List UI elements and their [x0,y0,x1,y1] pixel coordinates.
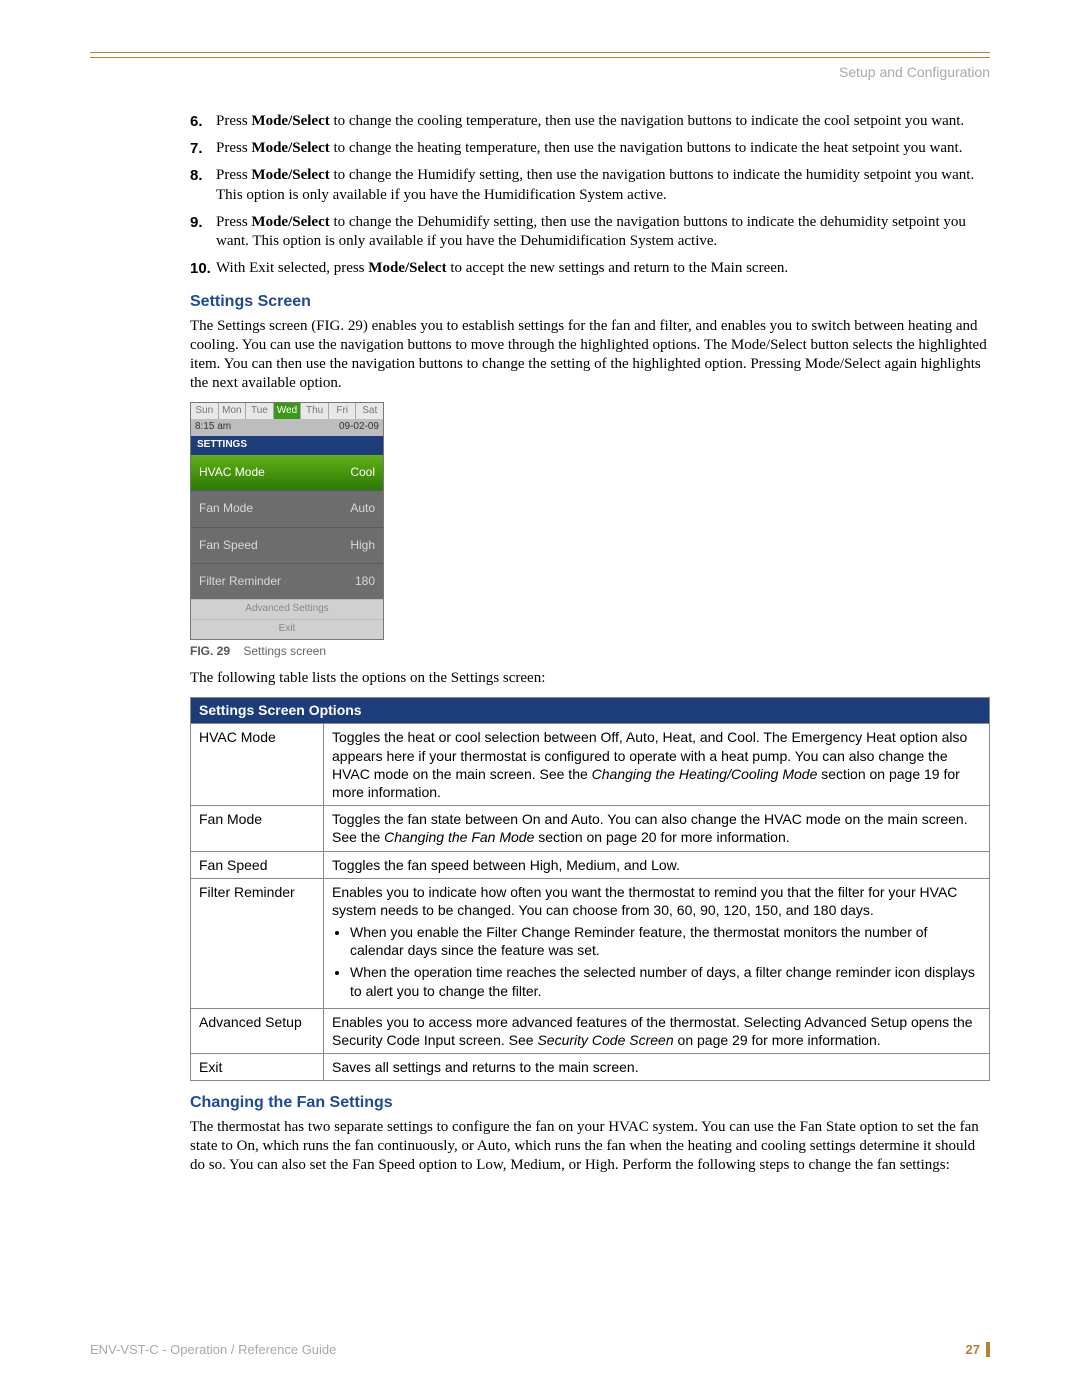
figure-caption-text: Settings screen [243,644,326,658]
device-row-label: Filter Reminder [199,574,281,589]
settings-options-table: Settings Screen Options HVAC ModeToggles… [190,697,990,1082]
main-content: 6.Press Mode/Select to change the coolin… [190,112,990,1175]
settings-heading: Settings Screen [190,292,990,312]
table-header: Settings Screen Options [191,697,990,724]
table-row: ExitSaves all settings and returns to th… [191,1054,990,1081]
header-section: Setup and Configuration [90,64,990,80]
table-row: Advanced SetupEnables you to access more… [191,1008,990,1053]
table-row: HVAC ModeToggles the heat or cool select… [191,724,990,806]
pre-table-text: The following table lists the options on… [190,669,990,688]
device-day: Thu [301,403,329,420]
step-item: 10.With Exit selected, press Mode/Select… [190,259,990,278]
option-bullet: When the operation time reaches the sele… [350,963,981,999]
device-day: Mon [219,403,247,420]
settings-paragraph: The Settings screen (FIG. 29) enables yo… [190,317,990,394]
option-desc: Saves all settings and returns to the ma… [324,1054,990,1081]
option-bullets: When you enable the Filter Change Remind… [332,923,981,1000]
device-day: Sun [191,403,219,420]
device-footer-2: Exit [191,619,383,639]
device-row: Filter Reminder 180 [191,563,383,599]
figure-label: FIG. 29 [190,644,230,658]
step-number: 6. [190,112,216,131]
option-desc: Toggles the fan state between On and Aut… [324,806,990,851]
option-name: Advanced Setup [191,1008,324,1053]
device-row: Fan Mode Auto [191,490,383,526]
device-day: Tue [246,403,274,420]
option-name: Fan Speed [191,851,324,878]
device-day: Sat [356,403,383,420]
fan-paragraph: The thermostat has two separate settings… [190,1118,990,1176]
option-desc: Toggles the fan speed between High, Medi… [324,851,990,878]
device-title: SETTINGS [191,436,383,455]
option-bullet: When you enable the Filter Change Remind… [350,923,981,959]
table-row: Fan SpeedToggles the fan speed between H… [191,851,990,878]
step-number: 8. [190,166,216,204]
device-day-row: SunMonTueWedThuFriSat [191,403,383,420]
device-row-value: Cool [350,465,375,480]
step-body: With Exit selected, press Mode/Select to… [216,259,990,278]
table-row: Fan ModeToggles the fan state between On… [191,806,990,851]
step-body: Press Mode/Select to change the cooling … [216,112,990,131]
device-timebar: 8:15 am 09-02-09 [191,419,383,436]
option-name: Filter Reminder [191,878,324,1008]
step-item: 9.Press Mode/Select to change the Dehumi… [190,213,990,251]
device-day: Wed [274,403,302,420]
option-name: HVAC Mode [191,724,324,806]
step-item: 7.Press Mode/Select to change the heatin… [190,139,990,158]
step-item: 8.Press Mode/Select to change the Humidi… [190,166,990,204]
device-footer-1: Advanced Settings [191,599,383,619]
device-row-label: Fan Speed [199,538,258,553]
header-rule [90,52,990,58]
option-desc: Enables you to access more advanced feat… [324,1008,990,1053]
step-body: Press Mode/Select to change the Humidify… [216,166,990,204]
steps-list: 6.Press Mode/Select to change the coolin… [190,112,990,278]
step-number: 10. [190,259,216,278]
step-number: 7. [190,139,216,158]
step-body: Press Mode/Select to change the Dehumidi… [216,213,990,251]
device-row-label: Fan Mode [199,501,253,516]
step-item: 6.Press Mode/Select to change the coolin… [190,112,990,131]
device-time: 8:15 am [195,421,231,434]
device-row: HVAC Mode Cool [191,455,383,490]
device-screenshot: SunMonTueWedThuFriSat 8:15 am 09-02-09 S… [190,402,384,640]
device-row: Fan Speed High [191,527,383,563]
device-row-label: HVAC Mode [199,465,265,480]
page-footer: ENV-VST-C - Operation / Reference Guide … [90,1342,990,1357]
footer-left: ENV-VST-C - Operation / Reference Guide [90,1342,336,1357]
option-desc: Toggles the heat or cool selection betwe… [324,724,990,806]
option-name: Fan Mode [191,806,324,851]
option-name: Exit [191,1054,324,1081]
fan-heading: Changing the Fan Settings [190,1093,990,1113]
option-desc: Enables you to indicate how often you wa… [324,878,990,1008]
device-row-value: 180 [355,574,375,589]
step-body: Press Mode/Select to change the heating … [216,139,990,158]
table-row: Filter ReminderEnables you to indicate h… [191,878,990,1008]
step-number: 9. [190,213,216,251]
figure-caption: FIG. 29 Settings screen [190,644,990,659]
device-row-value: Auto [350,501,375,516]
device-row-value: High [350,538,375,553]
device-day: Fri [329,403,357,420]
footer-page: 27 [966,1342,980,1357]
device-date: 09-02-09 [339,421,379,434]
